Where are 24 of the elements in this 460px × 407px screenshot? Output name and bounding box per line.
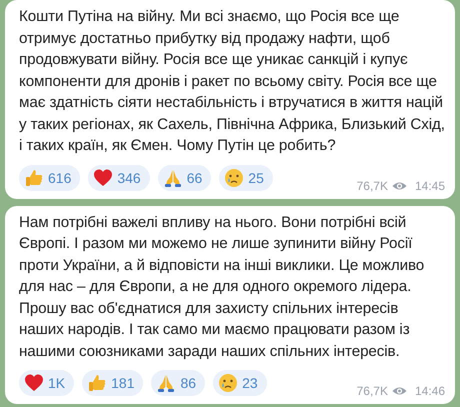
praying-hands-icon — [162, 168, 183, 188]
view-count: 76,7K — [356, 383, 388, 400]
reaction-chip[interactable]: 616 — [19, 164, 80, 190]
message-time: 14:46 — [414, 383, 445, 400]
heart-icon — [93, 168, 114, 188]
reaction-chip[interactable]: 346 — [88, 164, 150, 190]
praying-hands-icon — [156, 373, 176, 393]
heart-icon — [24, 373, 44, 393]
reaction-chip[interactable]: 23 — [213, 370, 267, 396]
thumbs-up-icon — [87, 373, 108, 393]
thumbs-up-icon — [24, 168, 44, 188]
reaction-chip[interactable]: 181 — [82, 370, 144, 396]
message-text: Нам потрібні важелі впливу на нього. Вони потрібні всій Європі. І разом ми можемо не лише зупинити війну Росії проти України, а й відповісти на інші виклики. Це можливо для нас – для Європи, а не для одного окремого лідера. Прошу вас об'єднатися для захисту спільних інтересів наших народів. І так само ми маємо працювати разом із нашими союзниками заради наших спільних інтересів. — [19, 212, 426, 362]
reaction-chip[interactable]: 25 — [219, 164, 273, 190]
crying-face-icon — [224, 168, 244, 188]
view-count: 76,7K — [356, 178, 388, 194]
eye-icon — [392, 386, 407, 396]
message-text: Кошти Путіна на війну. Ми всі знаємо, що Росія все ще отримує достатньо прибутку від продажу нафти, щоб продовжувати війну. Росія все ще уникає санкцій і купує компоненти для дронів і ракет по всьому світу. Росія все ще має здатність сіяти нестабільність і втручатися в життя націй у таких регіонах, як Сахель, Північна Африка, Близький Схід, і таких країн, як Ємен. Чому Путін це робить? — [19, 7, 445, 156]
reaction-chip[interactable]: 66 — [158, 164, 212, 190]
reaction-chip[interactable]: 86 — [151, 370, 206, 396]
crying-face-icon — [218, 373, 238, 393]
eye-icon — [392, 180, 407, 190]
reaction-chip[interactable]: 1K — [19, 370, 74, 396]
message-time: 14:45 — [414, 178, 445, 194]
